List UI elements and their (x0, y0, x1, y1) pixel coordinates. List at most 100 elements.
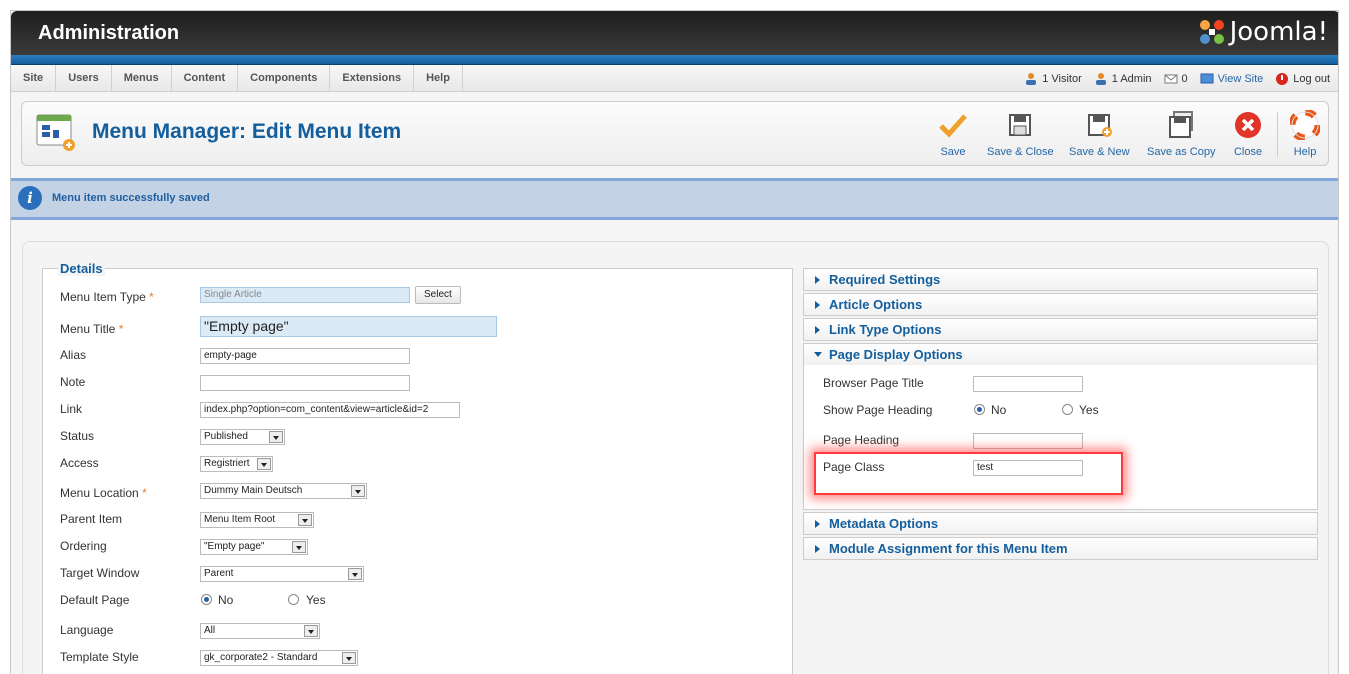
link-label: Link (60, 402, 83, 416)
menu-content[interactable]: Content (172, 65, 239, 92)
ordering-select[interactable]: "Empty page" (200, 539, 308, 555)
joomla-logo-icon (1199, 20, 1224, 44)
page-heading-label: Page Heading (823, 433, 900, 447)
save-new-icon (1088, 114, 1113, 137)
panel-article-options[interactable]: Article Options (803, 293, 1318, 316)
menu-components[interactable]: Components (238, 65, 331, 92)
alias-input[interactable]: empty-page (200, 348, 410, 364)
status-select[interactable]: Published (200, 429, 285, 445)
lifebuoy-icon (1290, 110, 1320, 140)
message-text: Menu item successfully saved (52, 192, 210, 204)
language-select[interactable]: All (200, 623, 320, 639)
note-label: Note (60, 375, 86, 389)
page-display-options-header[interactable]: Page Display Options (804, 344, 1317, 365)
status-area: 1 Visitor 1 Admin 0 View Site Log out (1012, 65, 1330, 92)
save-new-button[interactable]: Save & New (1069, 110, 1130, 158)
ordering-label: Ordering (60, 539, 107, 553)
default-page-yes-radio[interactable] (288, 594, 299, 605)
help-button[interactable]: Help (1290, 110, 1320, 158)
admin-icon (1095, 72, 1106, 85)
joomla-logo: Joomla! (1197, 17, 1328, 47)
chevron-down-icon (342, 652, 356, 664)
show-heading-no-label: No (991, 403, 1007, 417)
menu-location-select[interactable]: Dummy Main Deutsch (200, 483, 367, 499)
show-heading-yes-radio[interactable] (1062, 404, 1073, 415)
chevron-right-icon (815, 301, 820, 309)
select-type-button[interactable]: Select (415, 286, 461, 304)
menu-users[interactable]: Users (56, 65, 112, 92)
panel-metadata-options[interactable]: Metadata Options (803, 512, 1318, 535)
template-style-label: Template Style (60, 650, 139, 664)
menu-title-input[interactable]: "Empty page" (200, 316, 497, 337)
menu-help[interactable]: Help (414, 65, 463, 92)
menu-site[interactable]: Site (11, 65, 57, 92)
chevron-right-icon (815, 520, 820, 528)
accent-bar (11, 55, 1338, 65)
chevron-down-icon (269, 431, 283, 443)
close-button[interactable]: Close (1233, 110, 1263, 158)
target-window-select[interactable]: Parent (200, 566, 364, 582)
chevron-right-icon (815, 545, 820, 553)
chevron-down-icon (348, 568, 362, 580)
details-legend: Details (58, 261, 105, 276)
chevron-down-icon (257, 458, 271, 470)
save-copy-button[interactable]: Save as Copy (1147, 110, 1215, 158)
language-label: Language (60, 623, 114, 637)
close-icon (1235, 112, 1261, 138)
toolbar-divider (1277, 112, 1278, 157)
access-select[interactable]: Registriert (200, 456, 273, 472)
mail-icon (1164, 74, 1178, 83)
parent-item-select[interactable]: Menu Item Root (200, 512, 314, 528)
admin-title: Administration (38, 22, 180, 44)
joomla-logo-text: Joomla! (1229, 17, 1328, 47)
visitors-status: 1 Visitor (1024, 72, 1082, 86)
monitor-icon (1200, 73, 1214, 83)
save-button[interactable]: Save (938, 110, 968, 158)
logout-link[interactable]: Log out (1275, 72, 1330, 86)
note-input[interactable] (200, 375, 410, 391)
main-menu: Site Users Menus Content Components Exte… (11, 65, 1338, 92)
menu-location-label: Menu Location * (60, 486, 147, 500)
chevron-down-icon (298, 514, 312, 526)
save-icon (1009, 114, 1032, 136)
show-page-heading-label: Show Page Heading (823, 403, 933, 417)
checkmark-icon (939, 114, 967, 138)
default-page-label: Default Page (60, 593, 130, 607)
chevron-down-icon (351, 485, 365, 497)
chevron-down-icon (814, 352, 822, 357)
page-class-label: Page Class (823, 460, 885, 474)
browser-page-title-label: Browser Page Title (823, 376, 924, 390)
parent-item-label: Parent Item (60, 512, 123, 526)
menu-item-type-field: Single Article (200, 287, 410, 303)
menu-title-label: Menu Title * (60, 322, 124, 336)
link-input[interactable]: index.php?option=com_content&view=articl… (200, 402, 460, 418)
power-icon (1276, 72, 1289, 85)
template-style-select[interactable]: gk_corporate2 - Standard (200, 650, 358, 666)
users-icon (1026, 72, 1037, 85)
page-heading-input[interactable] (973, 433, 1083, 449)
messages-status[interactable]: 0 (1164, 72, 1188, 86)
show-heading-yes-label: Yes (1079, 403, 1099, 417)
menu-extensions[interactable]: Extensions (330, 65, 415, 92)
panel-required-settings[interactable]: Required Settings (803, 268, 1318, 291)
page-class-input[interactable]: test (973, 460, 1083, 476)
chevron-down-icon (292, 541, 306, 553)
target-window-label: Target Window (60, 566, 140, 580)
show-heading-no-radio[interactable] (974, 404, 985, 415)
menu-manager-icon (36, 114, 75, 151)
save-copy-icon (1169, 111, 1194, 138)
chevron-down-icon (304, 625, 318, 637)
header-bar: Administration Joomla! (11, 11, 1338, 55)
menu-item-type-label: Menu Item Type * (60, 290, 154, 304)
default-page-no-radio[interactable] (201, 594, 212, 605)
panel-link-type-options[interactable]: Link Type Options (803, 318, 1318, 341)
view-site-link[interactable]: View Site (1200, 72, 1263, 86)
menu-menus[interactable]: Menus (112, 65, 172, 92)
chevron-right-icon (815, 276, 820, 284)
access-label: Access (60, 456, 99, 470)
chevron-right-icon (815, 326, 820, 334)
browser-page-title-input[interactable] (973, 376, 1083, 392)
save-close-button[interactable]: Save & Close (987, 110, 1054, 158)
panel-module-assignment[interactable]: Module Assignment for this Menu Item (803, 537, 1318, 560)
system-message: i Menu item successfully saved (11, 178, 1338, 220)
